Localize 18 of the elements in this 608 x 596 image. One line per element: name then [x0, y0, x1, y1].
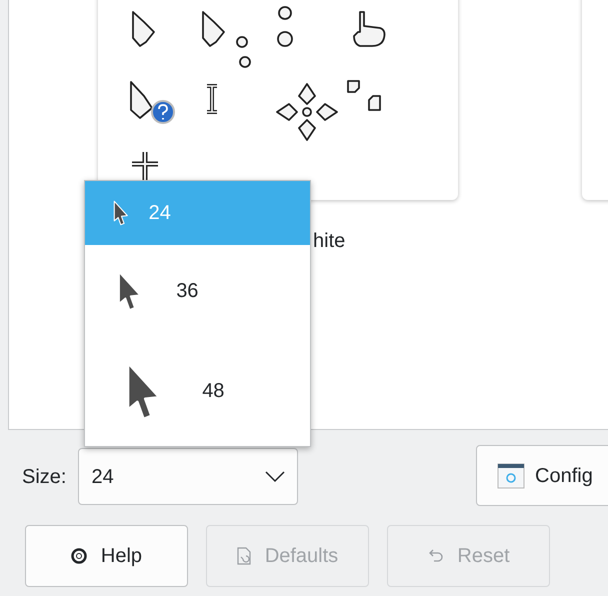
pointer-icon [113, 200, 129, 226]
cursor-theme-card[interactable] [98, 0, 458, 200]
size-option[interactable]: 48 [85, 336, 310, 446]
resize-cursor-icon [345, 78, 383, 114]
move-cursor-icon [275, 82, 339, 142]
theme-name: hite [313, 229, 346, 254]
document-icon [236, 547, 251, 565]
help-button[interactable]: Help [25, 525, 188, 587]
undo-icon [427, 548, 444, 564]
size-label: Size: [22, 464, 66, 490]
size-combo-box[interactable]: 24 [78, 448, 298, 505]
chevron-down-icon [265, 470, 286, 482]
lifebuoy-icon [70, 548, 87, 564]
pointer-icon [130, 10, 158, 50]
configure-button[interactable]: Config [476, 445, 608, 506]
window-icon [497, 462, 525, 488]
text-cursor-icon [205, 84, 219, 114]
size-option[interactable]: 36 [85, 245, 310, 336]
